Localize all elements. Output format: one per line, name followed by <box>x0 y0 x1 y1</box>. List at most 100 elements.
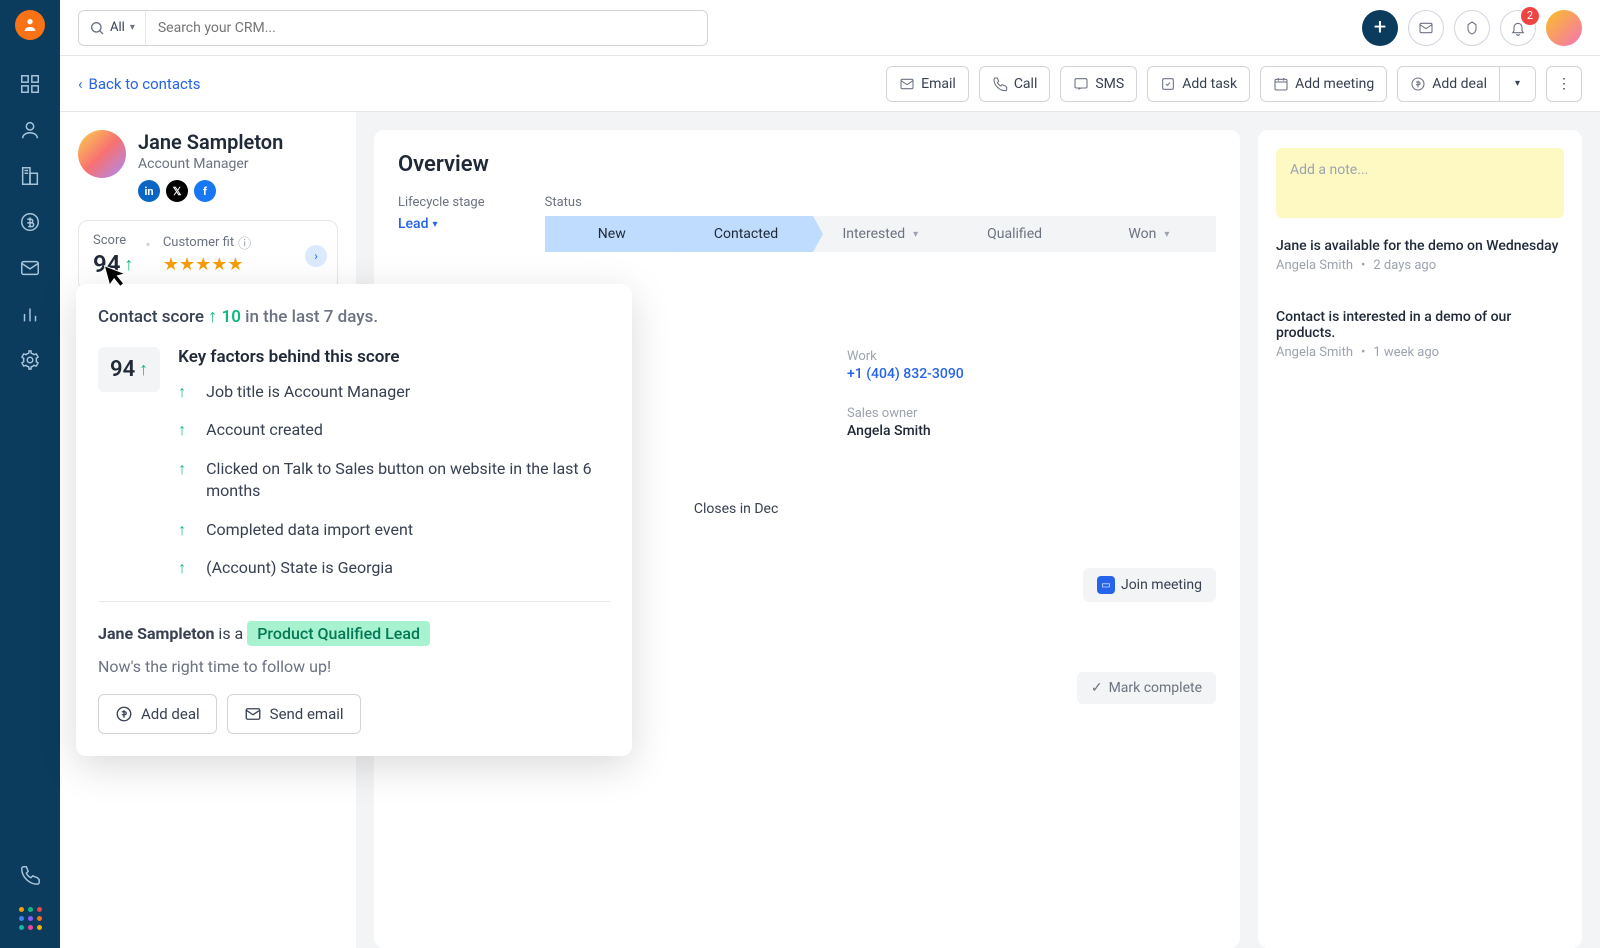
factor-item: ↑Completed data import event <box>178 519 610 541</box>
video-icon: ▭ <box>1097 576 1115 594</box>
search-scope-dropdown[interactable]: All ▾ <box>79 11 146 45</box>
popover-send-email-button[interactable]: Send email <box>227 694 361 734</box>
search-scope-label: All <box>110 20 125 35</box>
info-icon[interactable]: ⓘ <box>238 233 251 252</box>
email-button[interactable]: Email <box>886 66 969 102</box>
activity-item[interactable]: Contact is interested in a demo of our p… <box>1276 309 1564 376</box>
add-note-input[interactable]: Add a note... <box>1276 148 1564 218</box>
notifications-badge: 2 <box>1521 7 1539 25</box>
chevron-left-icon: ‹ <box>78 75 83 93</box>
owner-label: Sales owner <box>847 406 1216 421</box>
customer-fit-label: Customer fit <box>163 235 234 250</box>
contact-avatar[interactable] <box>78 130 126 178</box>
chevron-down-icon: ▾ <box>913 229 918 240</box>
contacts-icon[interactable] <box>18 118 42 142</box>
activity-item[interactable]: Jane is available for the demo on Wednes… <box>1276 238 1564 289</box>
popover-lead-line: Jane Sampleton is a Product Qualified Le… <box>98 624 610 643</box>
nav-rail <box>0 0 60 948</box>
add-meeting-button[interactable]: Add meeting <box>1260 66 1387 102</box>
action-bar: ‹ Back to contacts Email Call SMS Add ta… <box>60 56 1600 112</box>
status-label: Status <box>545 195 1216 210</box>
mark-complete-button[interactable]: ✓ Mark complete <box>1077 672 1216 704</box>
chevron-down-icon: ▾ <box>1515 78 1520 89</box>
check-icon: ✓ <box>1091 680 1103 696</box>
phone-icon[interactable] <box>18 863 42 887</box>
chevron-down-icon: ▾ <box>1164 229 1169 240</box>
stage-won[interactable]: Won▾ <box>1082 216 1216 252</box>
notifications-button[interactable]: 2 <box>1500 10 1536 46</box>
factor-list: ↑Job title is Account Manager ↑Account c… <box>178 381 610 579</box>
activity-title: Contact is interested in a demo of our p… <box>1276 309 1564 341</box>
arrow-up-icon: ↑ <box>139 359 148 380</box>
arrow-up-icon: ↑ <box>178 419 192 441</box>
owner-value: Angela Smith <box>847 423 1216 439</box>
quick-add-button[interactable]: + <box>1362 10 1398 46</box>
back-link-text: Back to contacts <box>89 75 201 93</box>
add-deal-dropdown[interactable]: ▾ <box>1500 66 1536 102</box>
accounts-icon[interactable] <box>18 164 42 188</box>
arrow-up-icon: ↑ <box>178 519 192 541</box>
activity-author: Angela Smith <box>1276 345 1353 360</box>
customer-fit-stars: ★★★★★ <box>163 254 251 275</box>
topbar: All ▾ + 2 <box>60 0 1600 56</box>
deal-closes: Closes in Dec <box>694 501 778 517</box>
sms-button[interactable]: SMS <box>1060 66 1137 102</box>
chevron-down-icon: ▾ <box>433 219 438 230</box>
stage-qualified[interactable]: Qualified <box>947 216 1081 252</box>
popover-add-deal-button[interactable]: Add deal <box>98 694 217 734</box>
linkedin-icon[interactable]: in <box>138 180 160 202</box>
add-deal-button[interactable]: Add deal <box>1397 66 1500 102</box>
contact-job-title: Account Manager <box>138 156 283 172</box>
settings-icon[interactable] <box>18 348 42 372</box>
apps-icon[interactable] <box>19 907 42 930</box>
lifecycle-label: Lifecycle stage <box>398 195 485 210</box>
facebook-icon[interactable]: f <box>194 180 216 202</box>
arrow-up-icon: ↑ <box>178 557 192 579</box>
stage-contacted[interactable]: Contacted <box>679 216 813 252</box>
search-wrap: All ▾ <box>78 10 708 46</box>
factor-item: ↑Job title is Account Manager <box>178 381 610 403</box>
notes-panel: Add a note... Jane is available for the … <box>1258 130 1582 948</box>
activity-time: 1 week ago <box>1373 345 1439 360</box>
score-label: Score <box>93 233 133 248</box>
pql-badge: Product Qualified Lead <box>247 621 430 646</box>
announcements-button[interactable] <box>1454 10 1490 46</box>
stage-new[interactable]: New <box>545 216 679 252</box>
popover-score-box: 94↑ <box>98 347 160 392</box>
join-meeting-button[interactable]: ▭ Join meeting <box>1083 568 1216 602</box>
arrow-up-icon: ↑ <box>178 381 192 403</box>
deals-icon[interactable] <box>18 210 42 234</box>
key-factors-title: Key factors behind this score <box>178 347 610 367</box>
score-expand-button[interactable]: › <box>305 245 327 267</box>
add-task-button[interactable]: Add task <box>1147 66 1250 102</box>
user-avatar[interactable] <box>1546 10 1582 46</box>
activity-author: Angela Smith <box>1276 258 1353 273</box>
more-actions-button[interactable]: ⋮ <box>1546 66 1582 102</box>
dashboard-icon[interactable] <box>18 72 42 96</box>
factor-item: ↑Account created <box>178 419 610 441</box>
contact-name: Jane Sampleton <box>138 130 283 154</box>
overview-title: Overview <box>398 152 1216 177</box>
reports-icon[interactable] <box>18 302 42 326</box>
factor-item: ↑Clicked on Talk to Sales button on webs… <box>178 458 610 503</box>
inbox-button[interactable] <box>1408 10 1444 46</box>
app-logo[interactable] <box>15 10 45 40</box>
back-link[interactable]: ‹ Back to contacts <box>78 75 201 93</box>
x-twitter-icon[interactable]: 𝕏 <box>166 180 188 202</box>
activity-title: Jane is available for the demo on Wednes… <box>1276 238 1564 254</box>
activity-time: 2 days ago <box>1373 258 1436 273</box>
call-button[interactable]: Call <box>979 66 1051 102</box>
mail-icon[interactable] <box>18 256 42 280</box>
arrow-up-icon: ↑ <box>208 306 217 327</box>
popover-followup-text: Now's the right time to follow up! <box>98 657 610 676</box>
status-pipeline: New Contacted Interested▾ Qualified Won▾ <box>545 216 1216 252</box>
score-popover: Contact score ↑ 10 in the last 7 days. 9… <box>76 284 632 756</box>
popover-title: Contact score ↑ 10 in the last 7 days. <box>98 306 610 327</box>
lifecycle-dropdown[interactable]: Lead▾ <box>398 216 485 232</box>
search-input[interactable] <box>146 20 707 36</box>
stage-interested[interactable]: Interested▾ <box>813 216 947 252</box>
chevron-down-icon: ▾ <box>130 22 135 33</box>
work-label: Work <box>847 349 1216 364</box>
arrow-up-icon: ↑ <box>178 458 192 503</box>
work-phone-value[interactable]: +1 (404) 832-3090 <box>847 366 1216 382</box>
